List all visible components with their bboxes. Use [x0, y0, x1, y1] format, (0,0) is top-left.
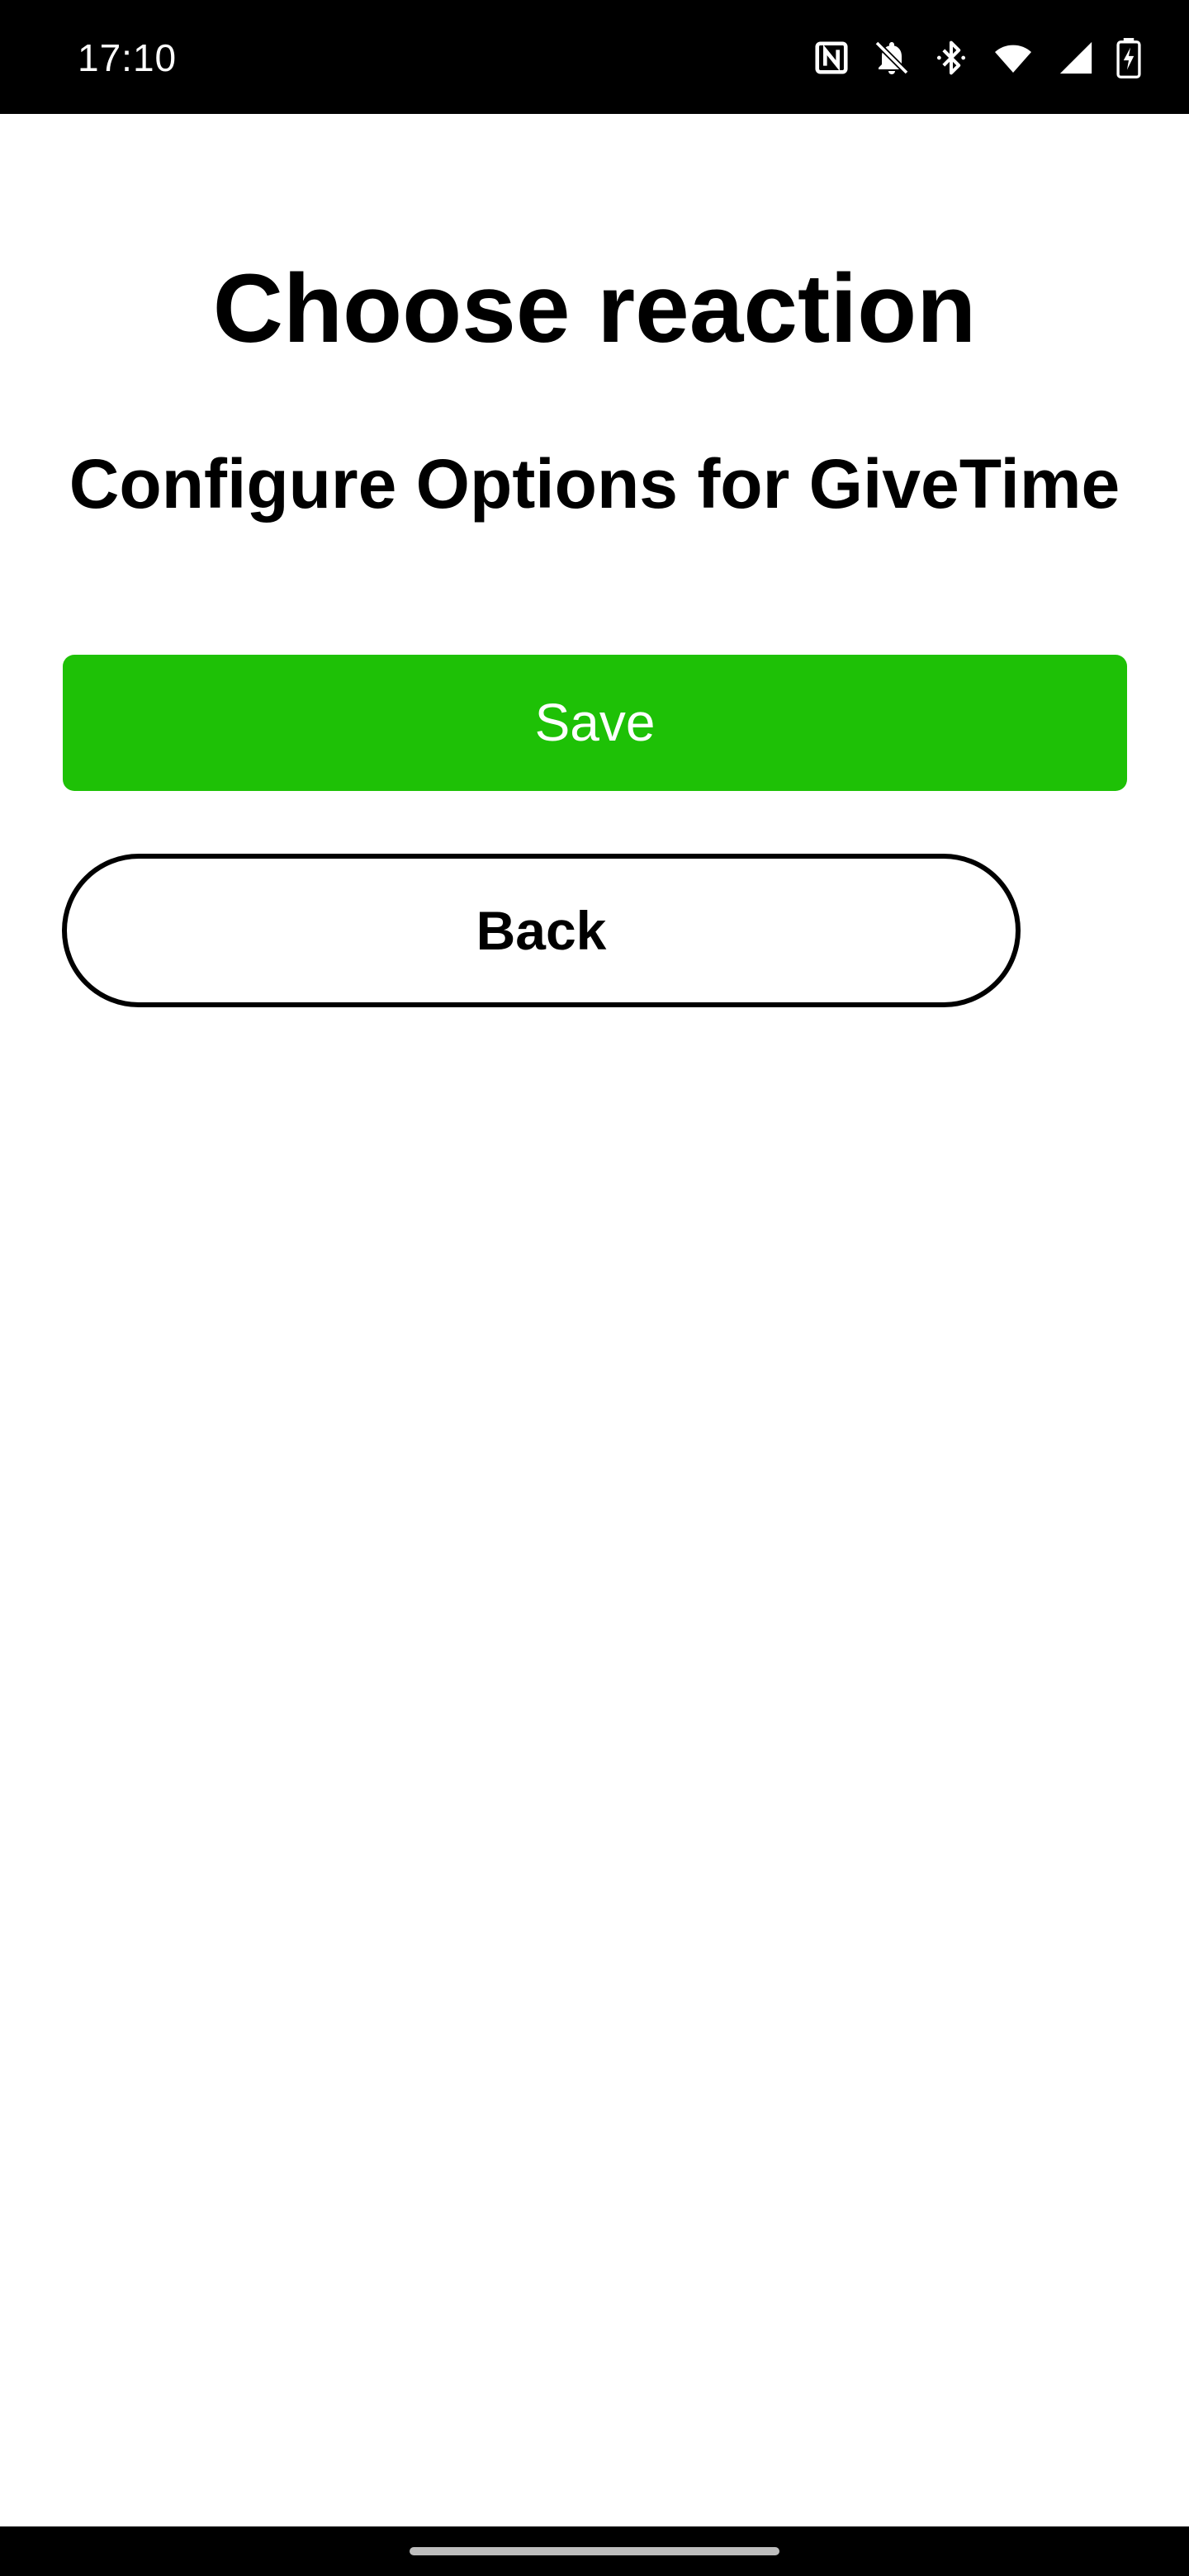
back-button[interactable]: Back [62, 854, 1021, 1007]
status-bar: 17:10 [0, 0, 1189, 114]
wifi-icon [991, 38, 1035, 78]
save-button[interactable]: Save [63, 655, 1127, 791]
battery-charging-icon [1116, 37, 1141, 78]
page-title: Choose reaction [212, 254, 977, 363]
notifications-off-icon [872, 38, 912, 78]
home-indicator[interactable] [410, 2547, 779, 2555]
cell-signal-icon [1057, 39, 1095, 77]
bluetooth-icon [933, 38, 969, 78]
navigation-bar [0, 2526, 1189, 2576]
status-time: 17:10 [78, 36, 178, 79]
nfc-icon [812, 39, 850, 77]
page-subtitle: Configure Options for GiveTime [69, 445, 1120, 523]
status-icons [812, 33, 1141, 83]
